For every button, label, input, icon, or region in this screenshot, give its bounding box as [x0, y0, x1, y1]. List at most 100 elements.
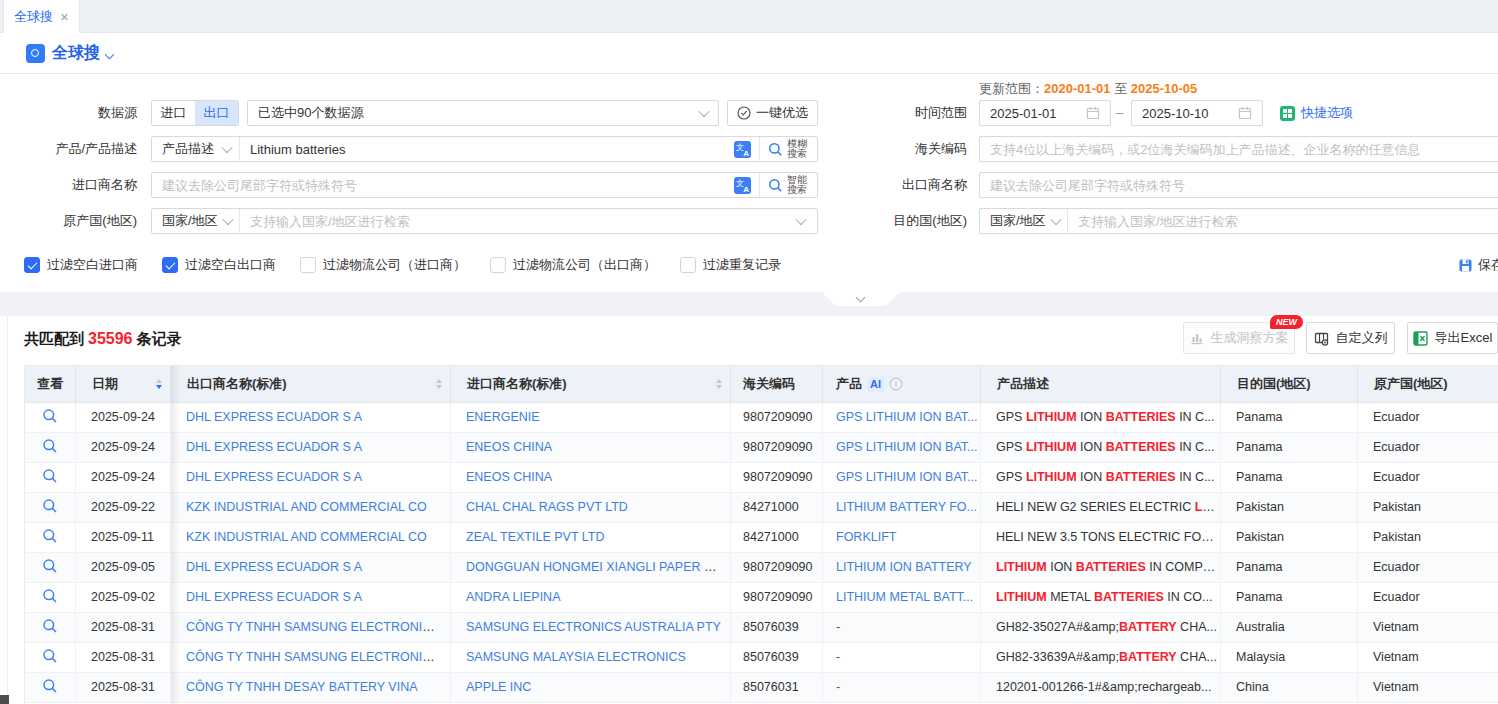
export-excel-label: 导出Excel — [1435, 329, 1493, 347]
view-button[interactable] — [25, 523, 76, 552]
table-row: 2025-09-05DHL EXPRESS ECUADOR S ADONGGUA… — [25, 553, 1498, 583]
view-button[interactable] — [25, 583, 76, 612]
translate-icon[interactable]: 文A — [734, 141, 751, 158]
exporter-link[interactable]: DHL EXPRESS ECUADOR S A — [171, 553, 451, 582]
product-link[interactable]: GPS LITHIUM ION BAT... — [823, 403, 981, 432]
date-to-input[interactable]: 2025-10-10 — [1131, 100, 1263, 126]
product-link[interactable]: FORKLIFT — [823, 523, 981, 552]
importer-link[interactable]: DONGGUAN HONGMEI XIANGLI PAPER PR... — [451, 553, 731, 582]
optimize-button[interactable]: 一键优选 — [727, 100, 818, 126]
exporter-link[interactable]: DHL EXPRESS ECUADOR S A — [171, 433, 451, 462]
datasource-select[interactable]: 已选中90个数据源 — [247, 100, 719, 126]
left-scrollbar-track[interactable] — [0, 316, 8, 704]
hs-code-input-field[interactable] — [990, 142, 1498, 157]
checkbox-icon[interactable] — [300, 257, 316, 273]
product-type-select[interactable]: 产品描述 — [152, 140, 239, 158]
scrollbar-corner[interactable] — [0, 695, 9, 704]
checkbox-icon[interactable] — [24, 257, 40, 273]
quick-options-link[interactable]: 快捷选项 — [1280, 100, 1353, 126]
magnifier-icon — [42, 588, 58, 604]
destination-cell: Panama — [1221, 403, 1358, 432]
export-excel-button[interactable]: 导出Excel — [1407, 322, 1498, 354]
tab-global-search[interactable]: 全球搜 × — [3, 0, 80, 33]
checkbox-icon[interactable] — [680, 257, 696, 273]
chevron-down-icon — [221, 142, 232, 153]
filter-checkbox-3[interactable]: 过滤物流公司（出口商） — [490, 256, 656, 274]
checkbox-icon[interactable] — [490, 257, 506, 273]
save-link[interactable]: 保存 — [1458, 256, 1498, 274]
exporter-name-input-field[interactable] — [990, 178, 1498, 193]
importer-link[interactable]: CHAL CHAL RAGS PVT LTD — [451, 493, 731, 522]
importer-name-input[interactable] — [152, 178, 734, 193]
sort-icons[interactable] — [156, 379, 162, 389]
exporter-link[interactable]: CÔNG TY TNHH SAMSUNG ELECTRONICS ... — [171, 613, 451, 642]
product-link[interactable]: GPS LITHIUM ION BAT... — [823, 433, 981, 462]
product-link[interactable]: LITHIUM ION BATTERY — [823, 553, 981, 582]
info-icon[interactable] — [889, 377, 903, 391]
table-row: 2025-09-22KZK INDUSTRIAL AND COMMERCIAL … — [25, 493, 1498, 523]
hs-code-cell: 84271000 — [731, 523, 823, 552]
view-button[interactable] — [25, 493, 76, 522]
view-button[interactable] — [25, 613, 76, 642]
generate-insight-button[interactable]: 生成洞察方案 NEW — [1183, 322, 1295, 354]
sort-icons[interactable] — [716, 379, 722, 389]
importer-link[interactable]: ENEOS CHINA — [451, 463, 731, 492]
importer-link[interactable]: ZEAL TEXTILE PVT LTD — [451, 523, 731, 552]
exporter-name-input[interactable] — [979, 172, 1498, 198]
header-exporter[interactable]: 出口商名称(标准) — [171, 366, 451, 402]
importer-link[interactable]: APPLE INC — [451, 673, 731, 702]
header-importer[interactable]: 进口商名称(标准) — [451, 366, 731, 402]
collapse-panel-tab[interactable] — [822, 292, 900, 306]
importer-link[interactable]: SAMSUNG MALAYSIA ELECTRONICS — [451, 643, 731, 672]
header-date[interactable]: 日期 — [76, 366, 171, 402]
origin-cell: Ecuador — [1358, 403, 1498, 432]
checkbox-icon[interactable] — [162, 257, 178, 273]
importer-link[interactable]: ANDRA LIEPINA — [451, 583, 731, 612]
importer-link[interactable]: ENEOS CHINA — [451, 433, 731, 462]
destination-country-select[interactable]: 国家/地区 — [980, 212, 1067, 230]
view-button[interactable] — [25, 463, 76, 492]
exporter-link[interactable]: CÔNG TY TNHH DESAY BATTERY VINA — [171, 673, 451, 702]
origin-country-input[interactable] — [240, 214, 797, 229]
origin-country-select[interactable]: 国家/地区 — [152, 212, 239, 230]
custom-columns-button[interactable]: 自定义列 — [1306, 322, 1395, 354]
exporter-link[interactable]: DHL EXPRESS ECUADOR S A — [171, 403, 451, 432]
datasource-selected-value: 已选中90个数据源 — [258, 104, 363, 122]
hs-code-cell: 9807209090 — [731, 433, 823, 462]
product-link[interactable]: LITHIUM METAL BATT... — [823, 583, 981, 612]
view-button[interactable] — [25, 673, 76, 702]
exporter-link[interactable]: KZK INDUSTRIAL AND COMMERCIAL CO — [171, 523, 451, 552]
exporter-link[interactable]: CÔNG TY TNHH SAMSUNG ELECTRONICS ... — [171, 643, 451, 672]
importer-link[interactable]: ENERGENIE — [451, 403, 731, 432]
importer-link[interactable]: SAMSUNG ELECTRONICS AUSTRALIA PTY — [451, 613, 731, 642]
translate-icon[interactable]: 文A — [734, 177, 751, 194]
smart-search-button[interactable]: 智能搜索 — [768, 175, 817, 195]
title-chevron-down-icon[interactable] — [105, 50, 115, 60]
view-button[interactable] — [25, 643, 76, 672]
destination-country-input[interactable] — [1068, 214, 1498, 229]
exporter-link[interactable]: DHL EXPRESS ECUADOR S A — [171, 583, 451, 612]
fuzzy-search-button[interactable]: 模糊搜索 — [768, 139, 817, 159]
magnifier-icon — [42, 648, 58, 664]
view-button[interactable] — [25, 403, 76, 432]
product-link[interactable]: LITHIUM BATTERY FO... — [823, 493, 981, 522]
filter-checkbox-1[interactable]: 过滤空白出口商 — [162, 256, 276, 274]
exporter-link[interactable]: KZK INDUSTRIAL AND COMMERCIAL CO — [171, 493, 451, 522]
origin-cell: Vietnam — [1358, 613, 1498, 642]
date-cell: 2025-09-02 — [76, 583, 171, 612]
view-button[interactable] — [25, 433, 76, 462]
product-desc-input[interactable] — [240, 142, 734, 157]
filter-checkbox-2[interactable]: 过滤物流公司（进口商） — [300, 256, 466, 274]
filter-checkbox-4[interactable]: 过滤重复记录 — [680, 256, 781, 274]
import-toggle-button[interactable]: 进口 — [152, 101, 195, 125]
hs-code-input[interactable] — [979, 136, 1498, 162]
date-from-input[interactable]: 2025-01-01 — [979, 100, 1111, 126]
filter-checkbox-0[interactable]: 过滤空白进口商 — [24, 256, 138, 274]
export-toggle-button[interactable]: 出口 — [195, 101, 238, 125]
hs-code-cell: 85076031 — [731, 673, 823, 702]
exporter-link[interactable]: DHL EXPRESS ECUADOR S A — [171, 463, 451, 492]
product-link[interactable]: GPS LITHIUM ION BAT... — [823, 463, 981, 492]
tab-close-icon[interactable]: × — [60, 8, 69, 25]
sort-icons[interactable] — [436, 379, 442, 389]
view-button[interactable] — [25, 553, 76, 582]
